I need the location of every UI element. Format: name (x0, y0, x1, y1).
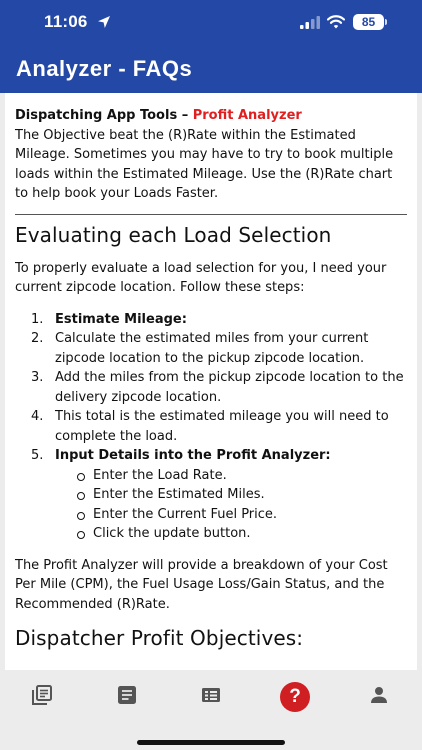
faq-content[interactable]: Dispatching App Tools – Profit Analyzer … (5, 93, 417, 670)
page-title: Analyzer - FAQs (16, 56, 193, 81)
library-icon[interactable] (31, 684, 53, 706)
battery-tip (385, 19, 387, 25)
substep-item: Click the update button. (55, 524, 407, 544)
status-bar: 11:06 85 (0, 0, 422, 46)
app-header: 11:06 85 Analyzer - FAQs (0, 0, 422, 93)
step-text: Input Details into the Profit Analyzer: (55, 448, 331, 463)
list-item: 2. Calculate the estimated miles from you… (15, 329, 407, 368)
list-icon[interactable] (200, 684, 222, 706)
step-number: 1. (31, 311, 44, 327)
step-text: This total is the estimated mileage you … (55, 409, 389, 444)
wifi-icon (327, 15, 345, 29)
steps-list: 1. Estimate Mileage: 2. Calculate the esti… (15, 310, 407, 544)
location-arrow-icon (98, 16, 110, 28)
cellular-signal-icon (300, 16, 320, 29)
article-icon[interactable] (116, 684, 138, 706)
intro-heading: Dispatching App Tools – Profit Analyzer (15, 106, 407, 126)
list-item: 1. Estimate Mileage: (15, 310, 407, 330)
list-item: 5. Input Details into the Profit Analyzer… (15, 446, 407, 544)
intro-heading-highlight: Profit Analyzer (192, 108, 302, 123)
step-number: 3. (31, 370, 44, 385)
step-text: Estimate Mileage: (55, 311, 187, 327)
bottom-tab-bar: ? (0, 670, 422, 750)
substep-item: Enter the Load Rate. (55, 466, 407, 486)
substep-item: Enter the Current Fuel Price. (55, 505, 407, 525)
intro-text: The Objective beat the (R)Rate within th… (15, 127, 394, 202)
home-indicator[interactable] (137, 740, 285, 745)
section-lead: To properly evaluate a load selection fo… (15, 260, 387, 296)
step-text: Calculate the estimated miles from your … (55, 331, 369, 366)
step-number: 4. (31, 409, 44, 424)
list-item: 3. Add the miles from the pickup zipcode … (15, 368, 407, 407)
intro-block: Dispatching App Tools – Profit Analyzer … (15, 106, 407, 204)
section-divider (15, 213, 407, 215)
list-item: 4. This total is the estimated mileage yo… (15, 407, 407, 446)
section-outro: The Profit Analyzer will provide a break… (15, 557, 388, 612)
battery-indicator: 85 (353, 14, 384, 30)
substep-item: Enter the Estimated Miles. (55, 485, 407, 505)
person-icon[interactable] (368, 684, 390, 706)
step-number: 5. (31, 448, 44, 463)
section-title-objectives: Dispatcher Profit Objectives: (15, 626, 304, 650)
status-time: 11:06 (44, 12, 88, 31)
step-number: 2. (31, 331, 44, 346)
step-text: Add the miles from the pickup zipcode lo… (55, 370, 404, 405)
help-icon[interactable]: ? (280, 682, 310, 712)
section-title-evaluating: Evaluating each Load Selection (15, 222, 332, 247)
substeps-list: Enter the Load Rate. Enter the Estimated… (55, 466, 407, 544)
intro-heading-prefix: Dispatching App Tools – (15, 108, 193, 123)
